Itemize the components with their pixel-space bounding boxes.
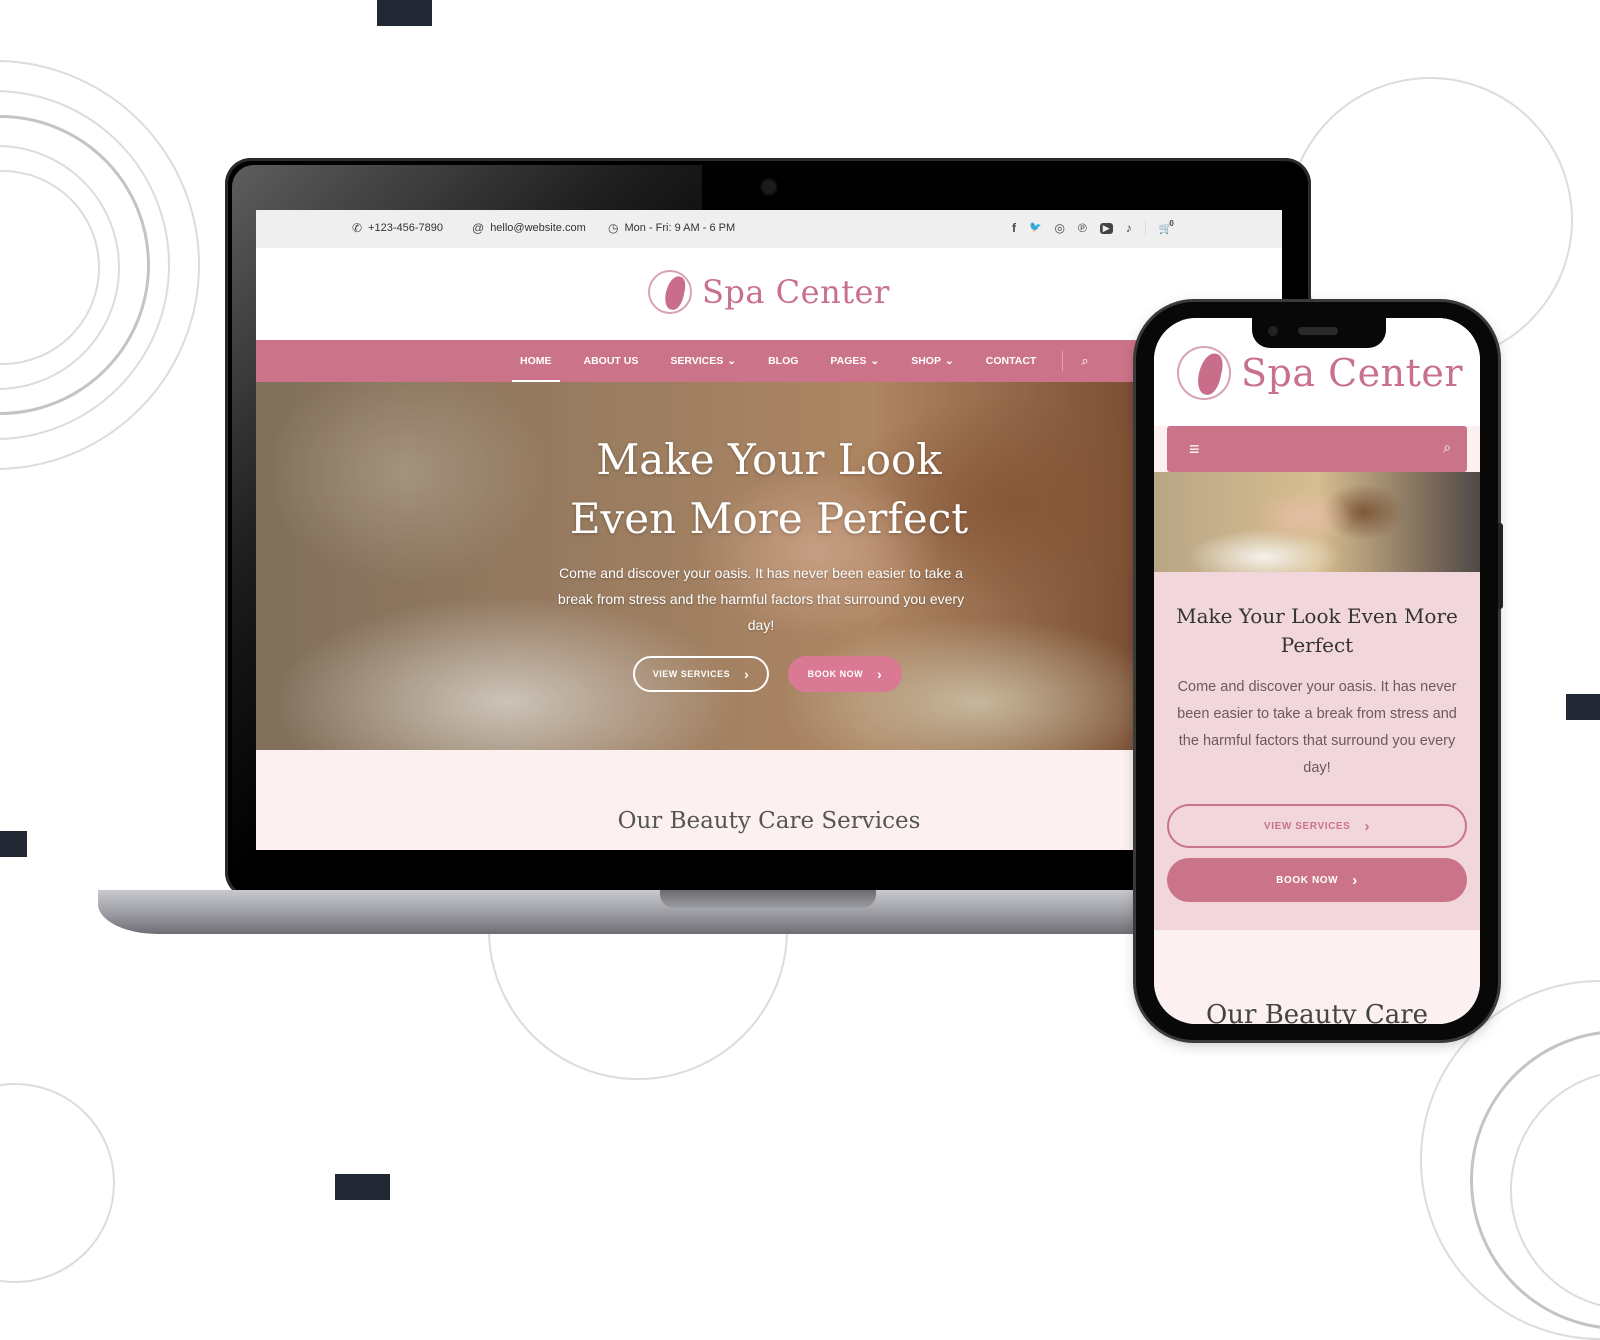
logo-woman-icon [648,270,692,314]
phone-speaker [1298,327,1338,335]
decor-square [335,1174,390,1200]
mobile-navigation-bar: ≡ ⌕ [1167,426,1467,472]
logo-woman-icon [1177,346,1231,400]
search-icon[interactable]: ⌕ [1443,439,1451,456]
decor-ring [0,1083,115,1283]
main-navigation: HOME ABOUT US SERVICES ⌄ BLOG PAGES ⌄ SHOP… [256,340,1282,382]
youtube-icon[interactable]: ▶ [1099,222,1113,234]
email-address: hello@website.com [490,222,586,234]
facebook-icon[interactable]: f [1012,222,1016,234]
clock-icon: ◷ [608,221,619,235]
mobile-hero-title: Make Your Look Even More Perfect [1176,604,1458,657]
nav-item-services[interactable]: SERVICES ⌄ [654,340,752,382]
chevron-right-icon: › [744,666,750,682]
button-label: VIEW SERVICES [652,669,731,679]
services-section: Our Beauty Care Services [256,750,1282,850]
button-label: VIEW SERVICES [1263,820,1351,832]
hamburger-menu-icon[interactable]: ≡ [1189,439,1200,460]
nav-label: PAGES [830,355,867,367]
chevron-down-icon: ⌄ [870,355,880,367]
logo-text: Spa Center [702,273,890,311]
site-logo[interactable]: Spa Center [648,270,890,314]
mobile-site-logo[interactable]: Spa Center [1177,346,1463,400]
phone-side-button [1498,523,1503,609]
contact-email[interactable]: @ hello@website.com [472,222,586,234]
desktop-website-screen: ✆ +123-456-7890 @ hello@website.com ◷ Mo… [256,210,1282,850]
view-services-button[interactable]: VIEW SERVICES › [633,656,769,692]
cart-button[interactable]: 🛒0 [1159,219,1177,235]
hero-section: Make Your Look Even More Perfect Come an… [256,382,1282,750]
logo-text: Spa Center [1241,351,1464,395]
nav-divider [1062,351,1064,371]
nav-item-blog[interactable]: BLOG [752,340,814,382]
mobile-hero-section: Make Your Look Even More Perfect Come an… [1154,572,1480,930]
nav-label: SERVICES [670,355,724,367]
mobile-services-section: Our Beauty Care [1154,930,1480,1024]
hero-title-line: Make Your Look [596,435,942,484]
mobile-view-services-button[interactable]: VIEW SERVICES › [1167,804,1467,848]
chevron-right-icon: › [877,666,883,682]
phone-icon: ✆ [352,221,363,235]
chevron-right-icon: › [1364,817,1371,835]
nav-label: BLOG [768,355,799,367]
chevron-down-icon: ⌄ [727,355,737,367]
site-header: Spa Center [256,248,1282,340]
decor-square [0,831,27,857]
nav-item-shop[interactable]: SHOP ⌄ [895,340,970,382]
nav-label: CONTACT [985,355,1037,367]
contact-phone[interactable]: ✆ +123-456-7890 [352,222,443,234]
twitter-icon[interactable]: 🐦 [1029,223,1041,233]
nav-label: ABOUT US [583,355,639,367]
search-icon[interactable]: ⌕ [1073,353,1088,369]
button-label: BOOK NOW [1276,874,1339,886]
nav-label: HOME [520,355,552,367]
hero-description: Come and discover your oasis. It has nev… [557,565,965,633]
nav-item-home[interactable]: HOME [504,340,568,382]
nav-item-contact[interactable]: CONTACT [970,340,1053,382]
phone-notch [1252,318,1386,348]
laptop-hinge-notch [660,890,876,908]
button-label: BOOK NOW [807,669,864,679]
pinterest-icon[interactable]: ℗ [1078,222,1087,234]
mobile-book-now-button[interactable]: BOOK NOW › [1167,858,1467,902]
nav-item-about-us[interactable]: ABOUT US [568,340,655,382]
social-links: f 🐦 ◎ ℗ ▶ ♪ 🛒0 [1012,219,1177,236]
chevron-right-icon: › [1352,871,1358,889]
book-now-button[interactable]: BOOK NOW › [788,656,902,692]
phone-camera [1268,326,1278,336]
tiktok-icon[interactable]: ♪ [1126,222,1132,234]
hero-title-line: Even More Perfect [569,494,969,543]
mobile-hero-image-spa-massage [1154,472,1480,572]
phone-number: +123-456-7890 [368,222,443,234]
opening-hours: ◷ Mon - Fri: 9 AM - 6 PM [608,222,735,234]
cart-count-badge: 0 [1169,219,1174,228]
hero-title: Make Your Look Even More Perfect [256,430,1282,548]
instagram-icon[interactable]: ◎ [1054,222,1064,234]
divider [1144,220,1146,236]
decor-square [1566,694,1600,720]
laptop-camera [762,180,776,194]
at-icon: @ [472,221,485,235]
hours-text: Mon - Fri: 9 AM - 6 PM [624,222,736,234]
chevron-down-icon: ⌄ [944,355,954,367]
mobile-services-heading: Our Beauty Care [1205,1000,1429,1024]
nav-item-pages[interactable]: PAGES ⌄ [814,340,895,382]
services-heading: Our Beauty Care Services [617,808,921,834]
decor-square [377,0,432,26]
nav-label: SHOP [911,355,941,367]
mobile-website-screen: Spa Center ≡ ⌕ Make Your Look Even More … [1154,318,1480,1024]
mobile-hero-description: Come and discover your oasis. It has nev… [1177,679,1457,776]
top-bar: ✆ +123-456-7890 @ hello@website.com ◷ Mo… [256,210,1282,248]
